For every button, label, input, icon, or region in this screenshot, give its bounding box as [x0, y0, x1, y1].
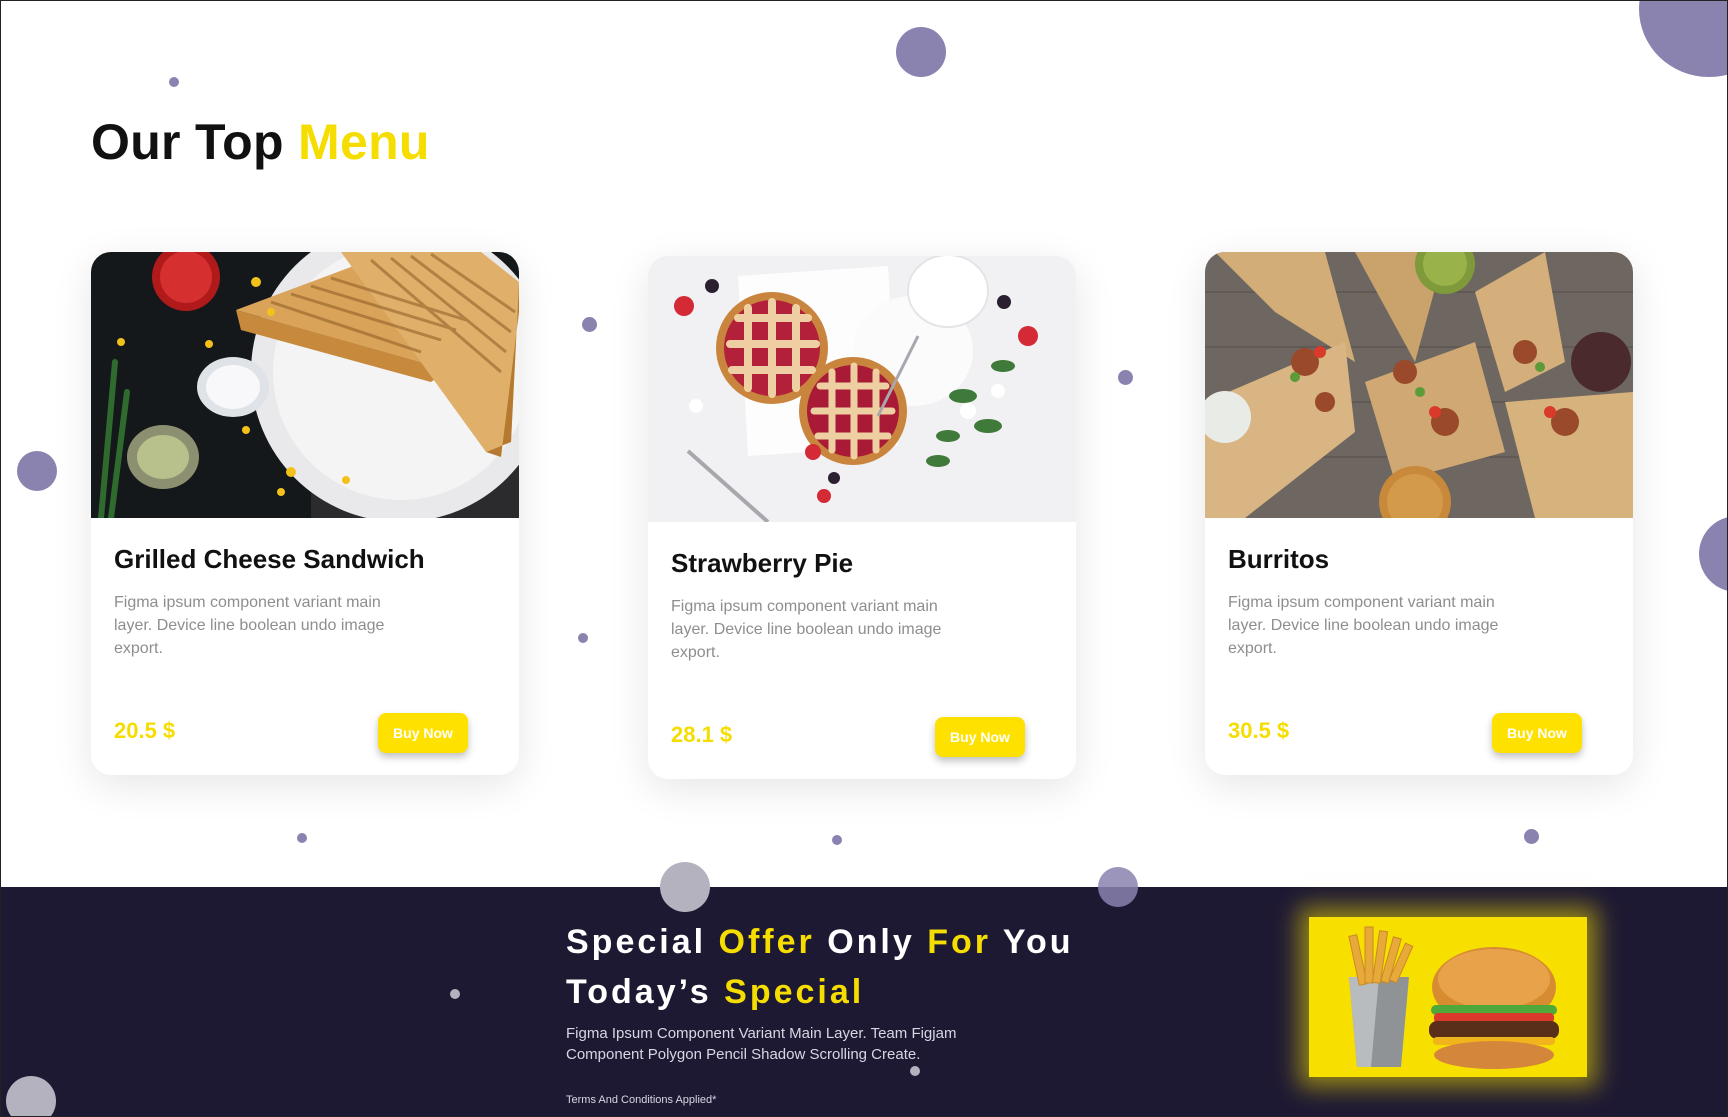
decor-dot — [1699, 516, 1727, 592]
grilled-cheese-sandwich-photo — [91, 252, 519, 518]
card-price: 28.1 $ — [671, 722, 733, 747]
decor-dot — [896, 27, 946, 77]
card-title: Strawberry Pie — [671, 548, 854, 578]
headline-word: Today’s — [566, 973, 712, 1011]
decor-dot — [1118, 370, 1133, 385]
headline-word-highlight: For — [927, 923, 992, 961]
decor-dot — [169, 77, 179, 87]
card-price: 20.5 $ — [114, 718, 176, 743]
decor-dot — [660, 862, 710, 912]
title-part-highlight: Menu — [298, 114, 430, 170]
offer-headline: Special Offer Only For You — [566, 923, 1074, 962]
decor-dot — [450, 989, 460, 999]
headline-word-highlight: Special — [724, 973, 865, 1011]
burritos-photo — [1205, 252, 1633, 518]
page-title: Our Top Menu — [91, 113, 430, 171]
card-price: 30.5 $ — [1228, 718, 1290, 743]
terms-text: Terms And Conditions Applied* — [566, 1094, 717, 1106]
headline-word: You — [1002, 923, 1074, 961]
decor-dot — [582, 317, 597, 332]
headline-word: Special — [566, 923, 707, 961]
offer-description: Figma Ipsum Component Variant Main Layer… — [566, 1025, 957, 1063]
decor-dot — [910, 1066, 920, 1076]
buy-now-button[interactable]: Buy Now — [378, 713, 468, 753]
card-description: Figma ipsum component variant main layer… — [1228, 594, 1499, 657]
card-description: Figma ipsum component variant main layer… — [114, 594, 385, 657]
card-title: Burritos — [1228, 544, 1330, 574]
decor-dot — [832, 835, 842, 845]
decor-dot — [297, 833, 307, 843]
card-title: Grilled Cheese Sandwich — [114, 544, 425, 574]
title-part-plain: Our Top — [91, 114, 284, 170]
menu-card-burritos: Burritos Figma ipsum component variant m… — [1205, 252, 1633, 775]
decor-dot — [578, 633, 588, 643]
decor-dot — [1098, 867, 1138, 907]
buy-now-button[interactable]: Buy Now — [1492, 713, 1582, 753]
strawberry-pie-photo — [648, 256, 1076, 522]
burger-and-fries-photo — [1309, 917, 1587, 1077]
headline-word-highlight: Offer — [718, 923, 815, 961]
decor-dot — [17, 451, 57, 491]
menu-card-strawberry-pie: Strawberry Pie Figma ipsum component var… — [648, 256, 1076, 779]
decor-dot — [1639, 1, 1727, 77]
offer-subheadline: Today’s Special — [566, 973, 864, 1012]
buy-now-button[interactable]: Buy Now — [935, 717, 1025, 757]
decor-dot — [1524, 829, 1539, 844]
card-description: Figma ipsum component variant main layer… — [671, 598, 942, 661]
menu-card-grilled-cheese: Grilled Cheese Sandwich Figma ipsum comp… — [91, 252, 519, 775]
headline-word: Only — [827, 923, 915, 961]
page: Our Top Menu Grilled Cheese Sandwich Fig… — [0, 0, 1728, 1117]
